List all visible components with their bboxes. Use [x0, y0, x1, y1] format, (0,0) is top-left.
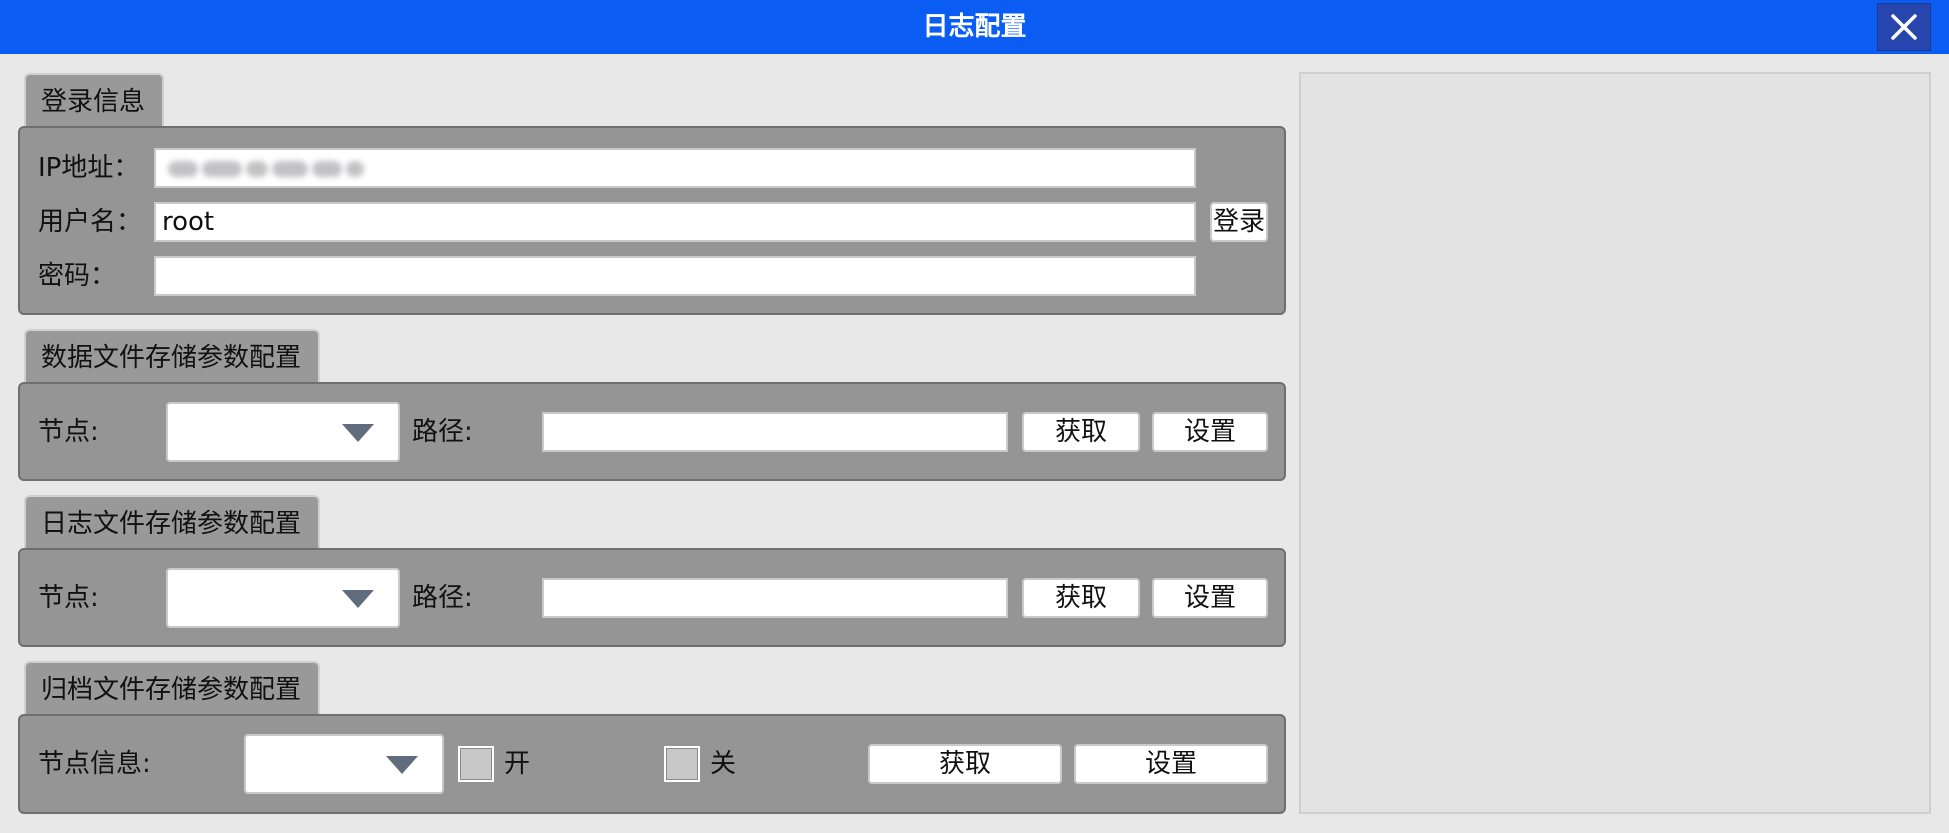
tab-data-file-storage: 数据文件存储参数配置 — [24, 329, 320, 385]
ip-redacted — [168, 155, 368, 183]
close-icon — [1891, 14, 1917, 40]
data-set-button[interactable]: 设置 — [1152, 412, 1268, 452]
archive-storage-panel: 节点信息: 开 关 获取 设置 — [18, 714, 1286, 814]
log-config-window: 日志配置 登录信息 IP地址： 用户名： root 登录 密码： 数据文件存储参… — [0, 0, 1949, 833]
triangle-down-icon — [342, 590, 374, 608]
off-label: 关 — [710, 749, 737, 779]
log-set-button[interactable]: 设置 — [1152, 578, 1268, 618]
data-node-label: 节点: — [38, 417, 99, 447]
data-path-field[interactable] — [542, 412, 1008, 452]
close-button[interactable] — [1877, 3, 1931, 51]
username-label: 用户名： — [38, 207, 143, 237]
off-checkbox[interactable] — [664, 746, 700, 782]
log-get-button[interactable]: 获取 — [1022, 578, 1140, 618]
data-node-dropdown[interactable] — [166, 402, 400, 462]
tab-log-file-storage: 日志文件存储参数配置 — [24, 495, 320, 551]
archive-get-button[interactable]: 获取 — [868, 744, 1062, 784]
log-storage-panel: 节点: 路径: 获取 设置 — [18, 548, 1286, 647]
ip-label: IP地址： — [38, 153, 140, 183]
triangle-down-icon — [386, 756, 418, 774]
data-path-label: 路径: — [412, 417, 473, 447]
log-path-label: 路径: — [412, 583, 473, 613]
log-node-dropdown[interactable] — [166, 568, 400, 628]
archive-node-info-label: 节点信息: — [38, 749, 151, 779]
window-title: 日志配置 — [922, 12, 1027, 42]
data-get-button[interactable]: 获取 — [1022, 412, 1140, 452]
tab-login-info: 登录信息 — [24, 73, 164, 129]
tab-archive-file-storage: 归档文件存储参数配置 — [24, 661, 320, 717]
on-checkbox[interactable] — [458, 746, 494, 782]
archive-set-button[interactable]: 设置 — [1074, 744, 1268, 784]
log-node-label: 节点: — [38, 583, 99, 613]
output-panel — [1299, 72, 1931, 814]
log-path-field[interactable] — [542, 578, 1008, 618]
login-button[interactable]: 登录 — [1210, 202, 1268, 242]
triangle-down-icon — [342, 424, 374, 442]
data-storage-panel: 节点: 路径: 获取 设置 — [18, 382, 1286, 481]
archive-node-dropdown[interactable] — [244, 734, 444, 794]
ip-address-field[interactable] — [154, 148, 1196, 188]
title-bar: 日志配置 — [0, 0, 1949, 54]
password-label: 密码： — [38, 261, 117, 291]
login-info-panel: IP地址： 用户名： root 登录 密码： — [18, 126, 1286, 315]
password-field[interactable] — [154, 256, 1196, 296]
on-label: 开 — [504, 749, 531, 779]
username-field[interactable]: root — [154, 202, 1196, 242]
